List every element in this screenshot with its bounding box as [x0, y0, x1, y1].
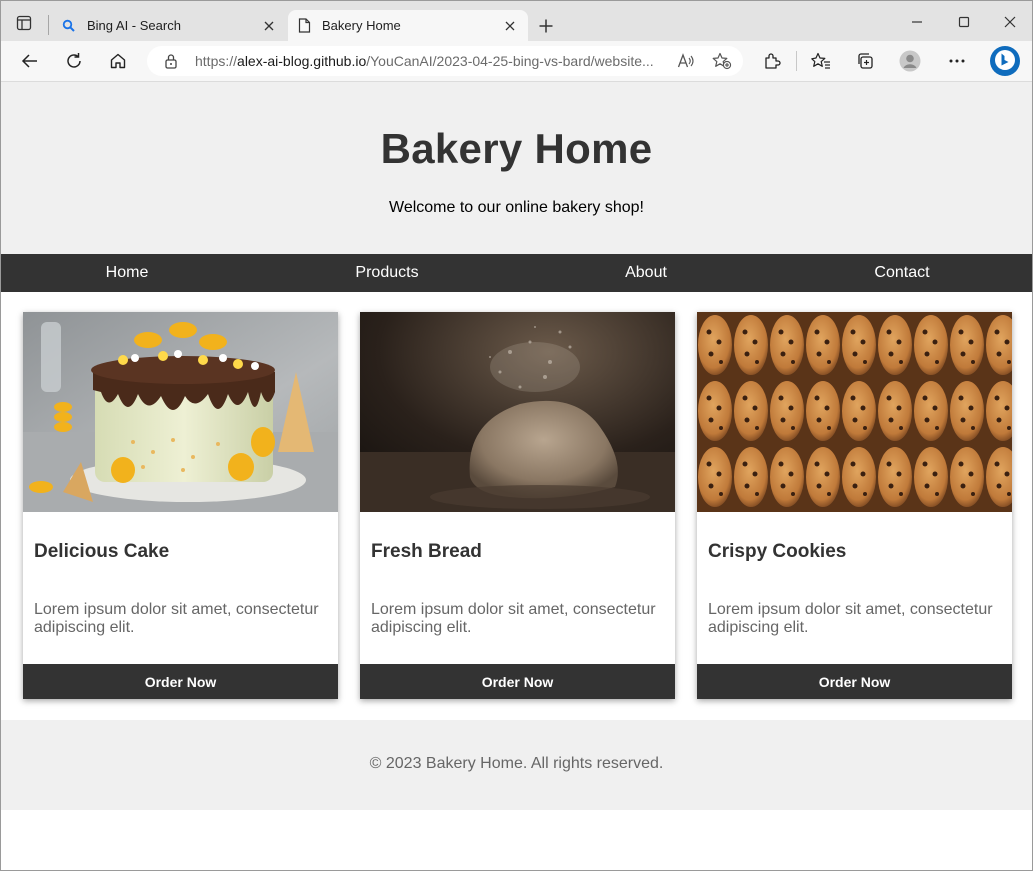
- tab-bakery-home[interactable]: Bakery Home: [288, 10, 528, 41]
- url-path: /YouCanAI/2023-04-25-bing-vs-bard/websit…: [366, 53, 654, 69]
- product-title: Delicious Cake: [34, 541, 170, 562]
- lock-icon[interactable]: [164, 53, 180, 69]
- nav-products[interactable]: Products: [355, 264, 418, 282]
- product-title: Crispy Cookies: [708, 541, 847, 562]
- extensions-icon[interactable]: [760, 49, 784, 73]
- product-description: Lorem ipsum dolor sit amet, consectetur …: [708, 601, 993, 636]
- minimize-icon[interactable]: [906, 13, 928, 31]
- tab-label: Bing AI - Search: [87, 18, 181, 33]
- more-options-icon[interactable]: [945, 49, 969, 73]
- url-scheme: https://: [195, 53, 238, 69]
- refresh-icon[interactable]: [62, 49, 86, 73]
- bread-image: [360, 312, 675, 512]
- nav-about[interactable]: About: [625, 264, 667, 282]
- product-card-bread: Fresh Bread Lorem ipsum dolor sit amet, …: [360, 312, 675, 699]
- url-text[interactable]: https://alex-ai-blog.github.io/YouCanAI/…: [195, 53, 670, 69]
- favorites-icon[interactable]: [809, 49, 833, 73]
- close-tab-icon[interactable]: [502, 18, 518, 34]
- read-aloud-icon[interactable]: [677, 53, 695, 69]
- maximize-icon[interactable]: [953, 13, 975, 31]
- collections-icon[interactable]: [853, 49, 877, 73]
- product-card-cookies: Crispy Cookies Lorem ipsum dolor sit ame…: [697, 312, 1012, 699]
- web-page: Bakery Home Welcome to our online bakery…: [1, 82, 1032, 870]
- browser-window: Bing AI - Search Bakery Home https://ale…: [0, 0, 1033, 871]
- cake-image: [23, 312, 338, 512]
- order-now-button[interactable]: Order Now: [23, 664, 338, 699]
- toolbar-separator: [796, 51, 797, 71]
- home-icon[interactable]: [106, 49, 130, 73]
- site-nav: Home Products About Contact: [1, 254, 1032, 292]
- close-window-icon[interactable]: [999, 13, 1021, 31]
- profile-avatar-icon[interactable]: [898, 49, 922, 73]
- address-bar[interactable]: https://alex-ai-blog.github.io/YouCanAI/…: [147, 46, 743, 76]
- tab-actions-icon[interactable]: [13, 12, 35, 34]
- product-title: Fresh Bread: [371, 541, 482, 562]
- site-tagline: Welcome to our online bakery shop!: [389, 199, 644, 216]
- search-icon: [61, 18, 77, 34]
- tab-separator: [48, 15, 49, 35]
- site-header: Bakery Home Welcome to our online bakery…: [1, 82, 1032, 254]
- site-title: Bakery Home: [380, 125, 653, 172]
- add-favorite-icon[interactable]: [712, 52, 732, 70]
- close-tab-icon[interactable]: [261, 18, 277, 34]
- nav-home[interactable]: Home: [106, 264, 149, 282]
- tab-bar: Bing AI - Search Bakery Home: [1, 1, 1032, 41]
- document-icon: [296, 18, 312, 34]
- tab-bing-ai-search[interactable]: Bing AI - Search: [53, 10, 287, 41]
- nav-contact[interactable]: Contact: [874, 264, 929, 282]
- product-description: Lorem ipsum dolor sit amet, consectetur …: [34, 601, 319, 636]
- cookies-image: [697, 312, 1012, 512]
- copyright-text: © 2023 Bakery Home. All rights reserved.: [369, 755, 664, 772]
- bing-chat-icon[interactable]: [989, 45, 1021, 77]
- order-now-button[interactable]: Order Now: [360, 664, 675, 699]
- site-footer: © 2023 Bakery Home. All rights reserved.: [1, 720, 1032, 810]
- tab-label: Bakery Home: [322, 18, 401, 33]
- order-now-button[interactable]: Order Now: [697, 664, 1012, 699]
- url-host: alex-ai-blog.github.io: [237, 53, 367, 69]
- product-description: Lorem ipsum dolor sit amet, consectetur …: [371, 601, 656, 636]
- new-tab-icon[interactable]: [535, 15, 557, 37]
- product-card-cake: Delicious Cake Lorem ipsum dolor sit ame…: [23, 312, 338, 699]
- back-icon[interactable]: [18, 49, 42, 73]
- browser-toolbar: https://alex-ai-blog.github.io/YouCanAI/…: [1, 41, 1032, 82]
